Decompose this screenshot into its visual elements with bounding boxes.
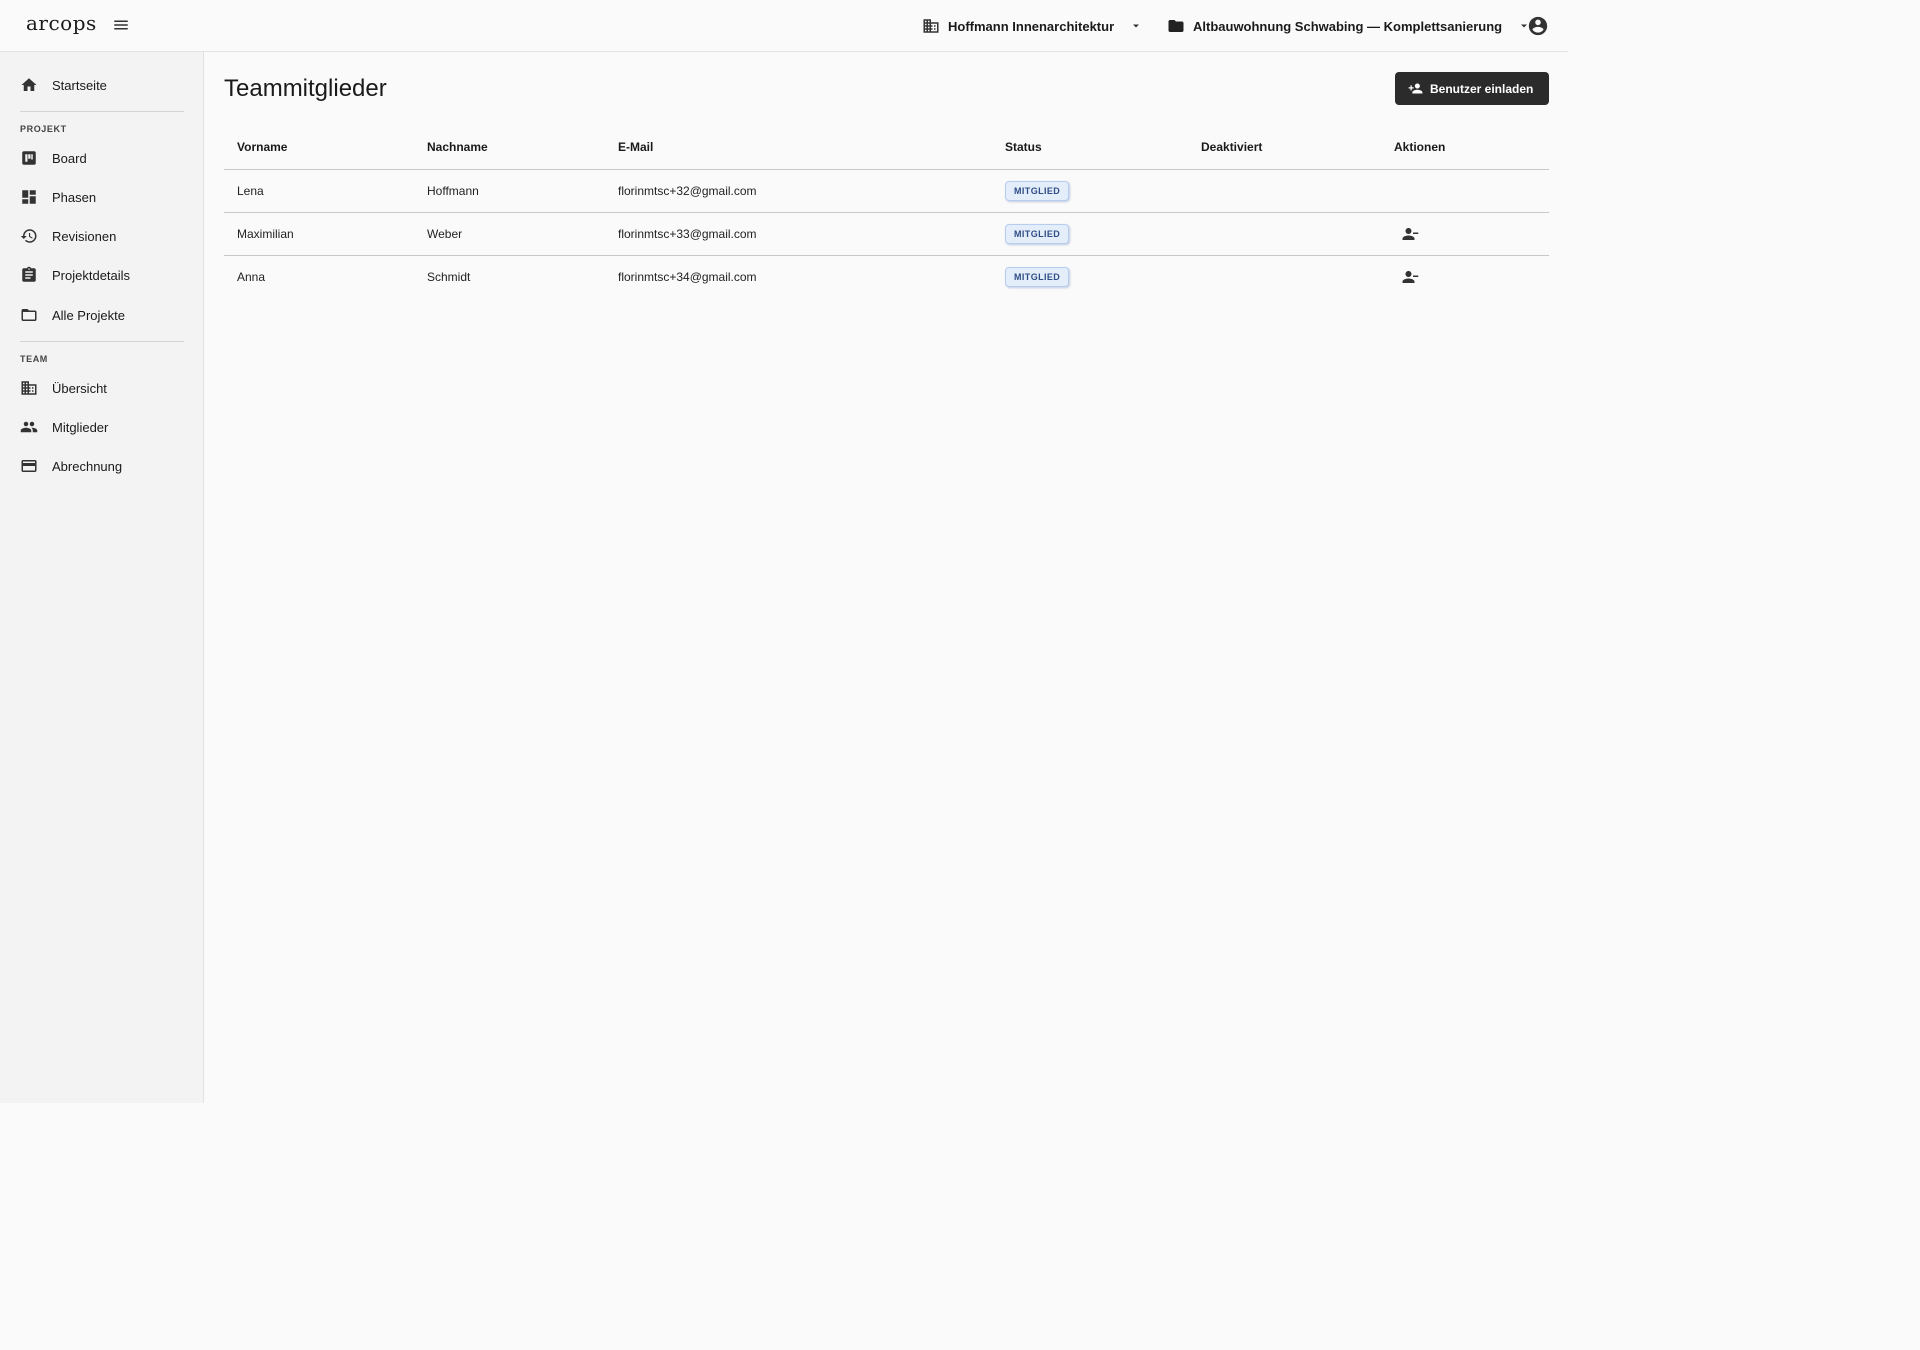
sidebar-item-label: Übersicht bbox=[52, 380, 107, 396]
sidebar: Startseite PROJEKT Board Phasen Revision… bbox=[0, 52, 204, 1103]
account-circle-icon[interactable] bbox=[1527, 15, 1549, 37]
home-icon bbox=[20, 76, 38, 94]
sidebar-divider bbox=[20, 341, 184, 342]
person-add-icon bbox=[1408, 83, 1423, 94]
last-name-cell: Weber bbox=[427, 227, 463, 241]
sidebar-item-label: Mitglieder bbox=[52, 419, 109, 435]
sidebar-item-alle-projekte[interactable]: Alle Projekte bbox=[0, 299, 204, 331]
last-name-cell: Schmidt bbox=[427, 270, 471, 284]
folder-icon bbox=[1168, 20, 1184, 32]
sidebar-section-project: PROJEKT bbox=[20, 124, 67, 134]
sidebar-item-projektdetails[interactable]: Projektdetails bbox=[0, 259, 204, 291]
first-name-cell: Maximilian bbox=[237, 227, 294, 241]
email-cell: florinmtsc+32@gmail.com bbox=[618, 184, 757, 198]
status-badge: MITGLIED bbox=[1005, 181, 1070, 201]
sidebar-item-label: Phasen bbox=[52, 189, 97, 205]
people-icon bbox=[20, 418, 38, 436]
sidebar-item-label: Startseite bbox=[52, 77, 107, 93]
sidebar-item-board[interactable]: Board bbox=[0, 142, 204, 174]
email-cell: florinmtsc+33@gmail.com bbox=[618, 227, 757, 241]
sidebar-item-label: Board bbox=[52, 150, 87, 166]
chevron-down-icon bbox=[1133, 24, 1140, 28]
board-icon bbox=[20, 149, 38, 167]
project-name: Altbauwohnung Schwabing — Komplettsanier… bbox=[1193, 18, 1503, 34]
top-bar: arcops Hoffmann Innenarchitektur Altbauw… bbox=[0, 0, 1568, 52]
sidebar-item-revisionen[interactable]: Revisionen bbox=[0, 220, 204, 252]
invite-user-button[interactable]: Benutzer einladen bbox=[1395, 72, 1549, 105]
sidebar-item-abrechnung[interactable]: Abrechnung bbox=[0, 450, 204, 482]
app-logo[interactable]: arcops bbox=[26, 11, 97, 35]
column-header-aktionen: Aktionen bbox=[1394, 140, 1446, 154]
column-header-vorname[interactable]: Vorname bbox=[237, 140, 287, 154]
column-header-deaktiviert[interactable]: Deaktiviert bbox=[1201, 140, 1262, 154]
sidebar-item-label: Alle Projekte bbox=[52, 307, 125, 323]
invite-button-label: Benutzer einladen bbox=[1430, 81, 1534, 96]
sidebar-item-phasen[interactable]: Phasen bbox=[0, 181, 204, 213]
table-row: Anna Schmidt florinmtsc+34@gmail.com MIT… bbox=[224, 256, 1549, 299]
sidebar-item-uebersicht[interactable]: Übersicht bbox=[0, 372, 204, 404]
person-remove-icon[interactable] bbox=[1401, 225, 1419, 243]
sidebar-item-home[interactable]: Startseite bbox=[0, 69, 204, 101]
credit-card-icon bbox=[20, 457, 38, 475]
status-badge: MITGLIED bbox=[1005, 267, 1070, 287]
column-header-nachname[interactable]: Nachname bbox=[427, 140, 488, 154]
sidebar-item-label: Revisionen bbox=[52, 228, 117, 244]
project-selector[interactable]: Altbauwohnung Schwabing — Komplettsanier… bbox=[1167, 14, 1530, 38]
email-cell: florinmtsc+34@gmail.com bbox=[618, 270, 757, 284]
menu-icon[interactable] bbox=[112, 16, 130, 34]
column-header-status[interactable]: Status bbox=[1005, 140, 1042, 154]
first-name-cell: Lena bbox=[237, 184, 264, 198]
first-name-cell: Anna bbox=[237, 270, 266, 284]
history-icon bbox=[20, 227, 38, 245]
dashboard-icon bbox=[20, 188, 38, 206]
status-badge: MITGLIED bbox=[1005, 224, 1070, 244]
table-header: Vorname Nachname E-Mail Status Deaktivie… bbox=[224, 126, 1549, 170]
last-name-cell: Hoffmann bbox=[427, 184, 479, 198]
organization-selector[interactable]: Hoffmann Innenarchitektur bbox=[922, 14, 1142, 38]
sidebar-item-mitglieder[interactable]: Mitglieder bbox=[0, 411, 204, 443]
sidebar-divider bbox=[20, 111, 184, 112]
members-table: Vorname Nachname E-Mail Status Deaktivie… bbox=[224, 126, 1549, 299]
organization-name: Hoffmann Innenarchitektur bbox=[948, 18, 1115, 34]
table-row: Lena Hoffmann florinmtsc+32@gmail.com MI… bbox=[224, 170, 1549, 213]
sidebar-item-label: Abrechnung bbox=[52, 458, 123, 474]
building-icon bbox=[20, 379, 38, 397]
clipboard-icon bbox=[20, 266, 38, 284]
building-icon bbox=[923, 19, 939, 33]
page-title: Teammitglieder bbox=[224, 75, 387, 102]
folder-outline-icon bbox=[20, 306, 38, 324]
column-header-email[interactable]: E-Mail bbox=[618, 140, 653, 154]
sidebar-item-label: Projektdetails bbox=[52, 267, 131, 283]
sidebar-section-team: TEAM bbox=[20, 354, 48, 364]
table-row: Maximilian Weber florinmtsc+33@gmail.com… bbox=[224, 213, 1549, 256]
person-remove-icon[interactable] bbox=[1401, 268, 1419, 286]
